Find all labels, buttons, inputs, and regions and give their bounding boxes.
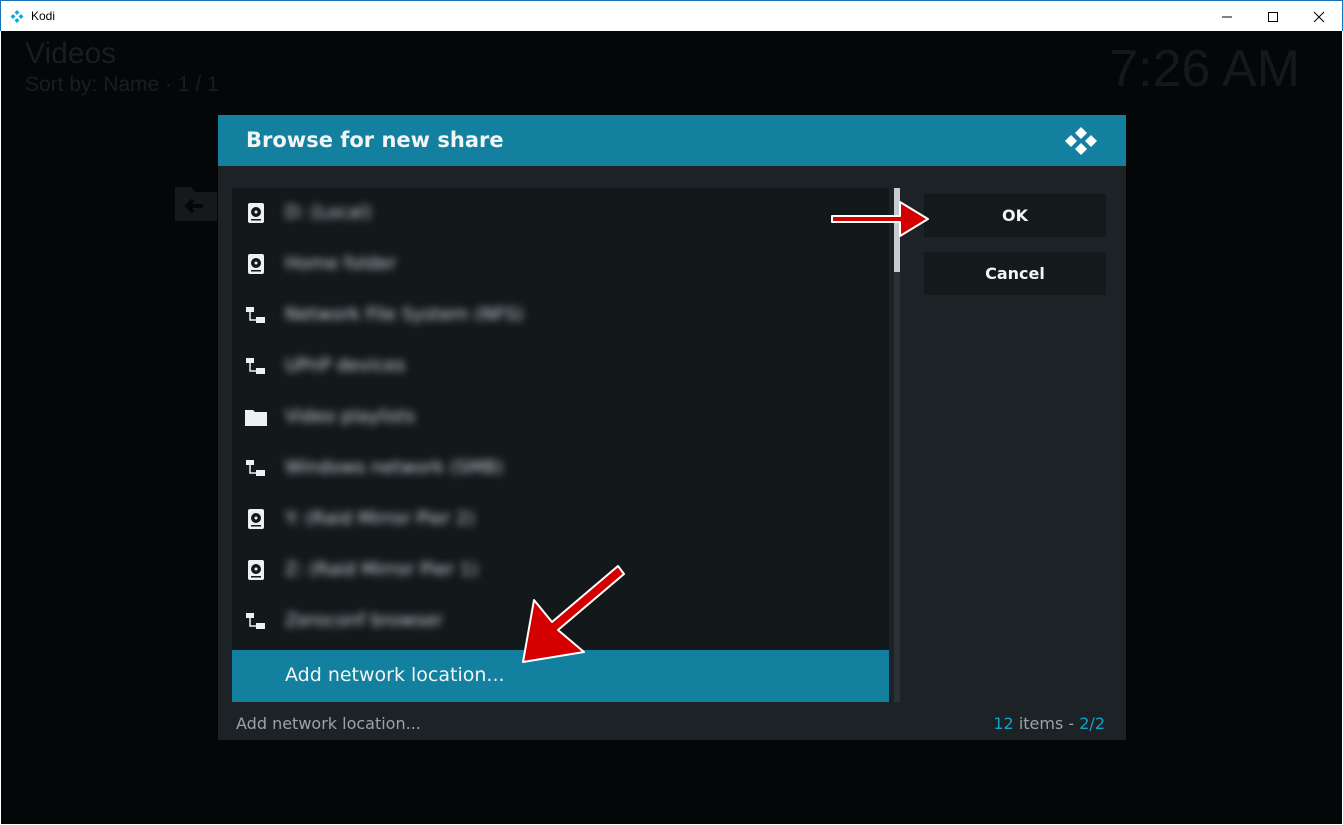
- list-item[interactable]: D: (Local): [232, 188, 889, 239]
- browse-dialog: Browse for new share D: (Local) Home fol…: [218, 115, 1126, 740]
- back-folder-icon: [175, 187, 217, 221]
- cancel-button[interactable]: Cancel: [924, 252, 1106, 295]
- page-indicator: 2/2: [1079, 714, 1105, 733]
- folder-icon: [245, 410, 267, 426]
- dialog-title: Browse for new share: [246, 128, 504, 152]
- list-item-label: Z: (Raid Mirror Pier 1): [285, 559, 479, 580]
- list-item-label: Y: (Raid Mirror Pier 2): [285, 508, 475, 529]
- network-icon: [246, 613, 265, 629]
- list-item[interactable]: Video playlists: [232, 392, 889, 443]
- footer-selected-label: Add network location...: [236, 714, 421, 733]
- kodi-app-icon: [10, 10, 24, 23]
- kodi-canvas: Videos Sort by: Name · 1 / 1 7:26 AM Bro…: [1, 31, 1342, 824]
- list-item-label: D: (Local): [285, 202, 372, 223]
- list-item-label: UPnP devices: [285, 355, 406, 376]
- list-item-label: Home folder: [285, 253, 397, 274]
- section-title: Videos: [25, 37, 117, 70]
- minimize-icon: [1222, 16, 1232, 17]
- maximize-icon: [1268, 11, 1278, 22]
- ok-button[interactable]: OK: [924, 194, 1106, 237]
- list-item-label: Add network location...: [285, 664, 505, 686]
- footer-item-count: 12 items - 2/2: [993, 714, 1105, 733]
- list-item[interactable]: Network File System (NFS): [232, 290, 889, 341]
- hard-drive-icon: [248, 509, 264, 529]
- share-list[interactable]: D: (Local) Home folder Network File Syst…: [232, 188, 889, 702]
- list-item[interactable]: Windows network (SMB): [232, 443, 889, 494]
- clock: 7:26 AM: [1109, 40, 1300, 98]
- list-item-label: Network File System (NFS): [285, 304, 524, 325]
- sort-info: Sort by: Name · 1 / 1: [25, 73, 219, 96]
- list-item[interactable]: Zeroconf browser: [232, 596, 889, 647]
- count-separator: -: [1063, 714, 1080, 733]
- window-title: Kodi: [31, 9, 56, 23]
- dialog-header: Browse for new share: [218, 115, 1126, 166]
- list-item[interactable]: Z: (Raid Mirror Pier 1): [232, 545, 889, 596]
- list-item[interactable]: Y: (Raid Mirror Pier 2): [232, 494, 889, 545]
- list-item-label: Zeroconf browser: [285, 610, 443, 631]
- list-item-label: Video playlists: [285, 406, 416, 427]
- scrollbar-thumb[interactable]: [894, 188, 900, 272]
- item-count: 12: [993, 714, 1014, 733]
- close-button[interactable]: [1296, 1, 1342, 32]
- hard-drive-icon: [248, 560, 264, 580]
- list-item-label: Windows network (SMB): [285, 457, 504, 478]
- hard-drive-icon: [248, 203, 264, 223]
- network-icon: [246, 358, 265, 374]
- item-count-label: items: [1018, 714, 1064, 733]
- kodi-logo-icon: [1065, 127, 1097, 155]
- maximize-button[interactable]: [1250, 1, 1296, 32]
- close-icon: [1313, 11, 1325, 22]
- network-icon: [246, 307, 265, 323]
- list-item[interactable]: UPnP devices: [232, 341, 889, 392]
- hard-drive-icon: [248, 254, 264, 274]
- network-icon: [246, 460, 265, 476]
- add-network-location-item[interactable]: Add network location...: [232, 650, 889, 702]
- minimize-button[interactable]: [1204, 1, 1250, 32]
- list-item[interactable]: Home folder: [232, 239, 889, 290]
- window-titlebar: Kodi: [0, 0, 1343, 31]
